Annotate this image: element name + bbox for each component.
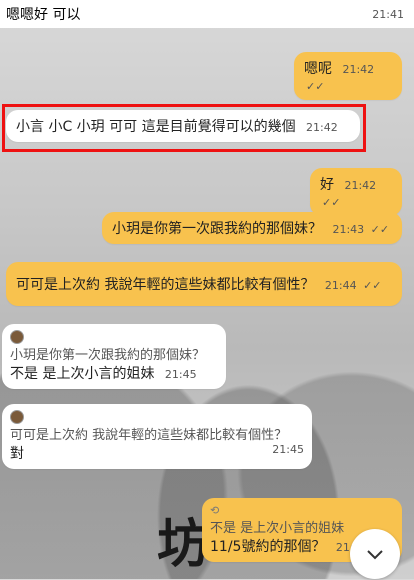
reply-icon: ⟲: [210, 504, 220, 517]
message-time: 21:44: [324, 279, 357, 292]
quoted-message: 可可是上次約 我說年輕的這些妹都比較有個性？: [10, 428, 288, 443]
message-text: 好: [320, 177, 334, 193]
chat-bubble-outgoing[interactable]: 好 21:42 ✓✓: [310, 168, 402, 216]
read-receipt-icon: ✓✓: [363, 279, 382, 292]
read-receipt-icon: ✓✓: [306, 80, 325, 93]
scroll-to-bottom-button[interactable]: [350, 529, 400, 579]
message-time: 21:45: [164, 368, 197, 381]
message-time: 21:42: [344, 179, 377, 192]
message-text: 11/5號約的那個？: [210, 539, 326, 555]
last-message-time: 21:41: [372, 7, 404, 21]
message-text: 可可是上次約 我說年輕的這些妹都比較有個性？: [16, 277, 315, 293]
message-text: 嗯呢: [304, 61, 332, 77]
avatar: [10, 330, 24, 344]
last-message-text: 嗯嗯好 可以: [6, 7, 81, 23]
chat-bubble-incoming-reply[interactable]: 小玥是你第一次跟我約的那個妹？ 不是 是上次小言的姐妹 21:45: [2, 324, 226, 389]
last-message-bar: 嗯嗯好 可以 21:41: [0, 0, 414, 28]
chat-bubble-incoming-reply[interactable]: 可可是上次約 我說年輕的這些妹都比較有個性？ 對 21:45: [2, 404, 312, 469]
read-receipt-icon: ✓✓: [322, 196, 341, 209]
avatar: [10, 410, 24, 424]
message-text: 不是 是上次小言的姐妹: [10, 366, 155, 382]
chevron-down-icon: [367, 550, 383, 560]
message-time: 21:43: [332, 223, 365, 236]
quoted-message: 小玥是你第一次跟我約的那個妹？: [10, 348, 206, 363]
chat-bubble-outgoing[interactable]: 可可是上次約 我說年輕的這些妹都比較有個性？ 21:44 ✓✓: [6, 262, 402, 306]
chat-bubble-outgoing[interactable]: 小玥是你第一次跟我約的那個妹？ 21:43 ✓✓: [102, 212, 402, 244]
read-receipt-icon: ✓✓: [370, 223, 390, 236]
message-time: 21:45: [272, 443, 304, 456]
message-text: 小玥是你第一次跟我約的那個妹？: [112, 221, 322, 237]
message-time: 21:42: [342, 63, 375, 76]
highlight-box: [2, 104, 366, 152]
chat-bubble-outgoing[interactable]: 嗯呢 21:42 ✓✓: [294, 52, 402, 100]
message-text: 對: [10, 446, 24, 462]
